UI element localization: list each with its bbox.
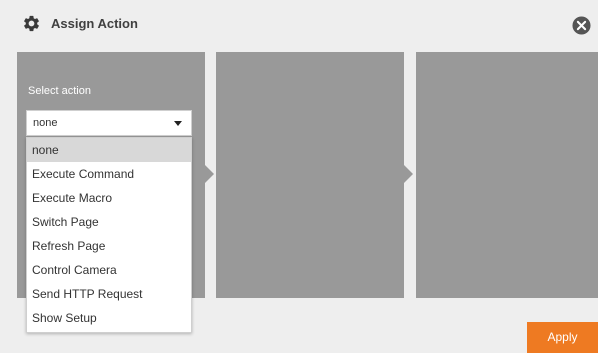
apply-button[interactable]: Apply xyxy=(527,322,598,353)
action-panel-details xyxy=(416,52,598,298)
panel-arrow xyxy=(205,165,214,183)
select-action-label: Select action xyxy=(28,85,91,97)
dropdown-option-none[interactable]: none xyxy=(27,138,191,162)
gear-icon xyxy=(24,15,39,32)
dialog-header: Assign Action xyxy=(0,0,598,44)
assign-action-dialog: Assign Action Select action none none Ex… xyxy=(0,0,598,353)
action-select[interactable]: none xyxy=(26,110,192,136)
dropdown-option-show-setup[interactable]: Show Setup xyxy=(27,306,191,330)
dialog-title: Assign Action xyxy=(51,16,138,31)
caret-down-icon xyxy=(174,121,182,126)
dropdown-option-execute-macro[interactable]: Execute Macro xyxy=(27,186,191,210)
dropdown-option-execute-command[interactable]: Execute Command xyxy=(27,162,191,186)
dropdown-option-send-http-request[interactable]: Send HTTP Request xyxy=(27,282,191,306)
dropdown-option-switch-page[interactable]: Switch Page xyxy=(27,210,191,234)
panel-arrow xyxy=(404,165,413,183)
action-dropdown-list: none Execute Command Execute Macro Switc… xyxy=(26,137,192,333)
dropdown-option-refresh-page[interactable]: Refresh Page xyxy=(27,234,191,258)
action-panel-config xyxy=(216,52,404,298)
dropdown-option-control-camera[interactable]: Control Camera xyxy=(27,258,191,282)
action-select-value: none xyxy=(33,117,58,129)
close-icon[interactable] xyxy=(572,16,591,35)
